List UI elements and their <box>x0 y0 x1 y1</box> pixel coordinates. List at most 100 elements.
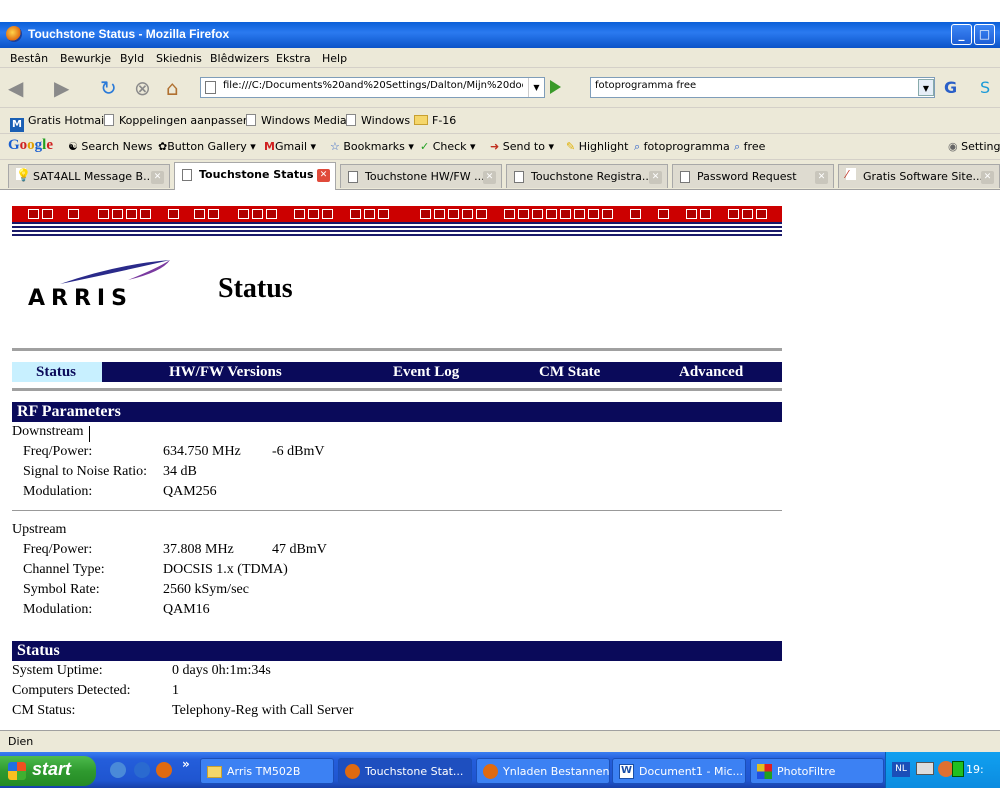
keyboard-icon[interactable] <box>916 762 934 775</box>
system-tray: NL 19: <box>885 752 1000 788</box>
task-ynladen[interactable]: Ynladen Bestannen <box>476 758 610 784</box>
google-logo[interactable]: Google <box>8 137 53 154</box>
start-button[interactable]: start <box>0 756 96 786</box>
skype-icon[interactable]: S <box>980 78 990 97</box>
search-free-button[interactable]: ⌕ free <box>734 140 765 154</box>
page-icon <box>346 114 356 126</box>
window-titlebar[interactable]: Touchstone Status - Mozilla Firefox _ □ <box>0 22 1000 48</box>
minimize-button[interactable]: _ <box>951 24 972 45</box>
quicklaunch-ie-icon[interactable] <box>134 762 150 778</box>
computers-detected-label: Computers Detected: <box>12 683 131 698</box>
firefox-icon <box>6 26 22 42</box>
page-icon <box>680 171 690 183</box>
stop-icon[interactable]: ⊗ <box>134 76 151 100</box>
bookmark-windows[interactable]: Windows <box>346 114 410 127</box>
search-news-button[interactable]: ☯ Search News <box>68 140 152 153</box>
language-indicator[interactable]: NL <box>892 762 910 777</box>
tab-hwfw-versions[interactable]: HW/FW Versions <box>169 364 282 381</box>
clock[interactable]: 19: <box>966 763 984 776</box>
downstream-label: Downstream <box>12 424 84 439</box>
menu-bewurkje[interactable]: Bewurkje <box>60 52 111 65</box>
quicklaunch-explorer-icon[interactable] <box>110 762 126 778</box>
url-dropdown-icon[interactable]: ▼ <box>528 78 544 97</box>
navigation-toolbar: ◀ ▶ ↻ ⊗ ⌂ ▼ ▼ G S <box>0 68 1000 108</box>
close-tab-icon[interactable]: ✕ <box>981 171 994 184</box>
reload-icon[interactable]: ↻ <box>100 76 117 100</box>
menu-bar: Bestân Bewurkje Byld Skiednis Blêdwizers… <box>0 48 1000 68</box>
settings-button[interactable]: ◉ Setting <box>948 140 1000 153</box>
tab-event-log[interactable]: Event Log <box>393 364 459 381</box>
search-input[interactable] <box>595 80 915 91</box>
taskbar: start » Arris TM502B Touchstone Stat... … <box>0 752 1000 788</box>
menu-bestan[interactable]: Bestân <box>10 52 48 65</box>
close-tab-icon[interactable]: ✕ <box>483 171 496 184</box>
highlight-button[interactable]: ✎ Highlight <box>566 140 628 153</box>
menu-bledwizers[interactable]: Blêdwizers <box>210 52 269 65</box>
close-tab-icon[interactable]: ✕ <box>317 169 330 182</box>
tab-sat4all[interactable]: 💡 SAT4ALL Message B... ✕ <box>8 164 170 188</box>
ds-snr-value: 34 dB <box>163 464 197 479</box>
tab-touchstone-registration[interactable]: Touchstone Registra... ✕ <box>506 164 668 188</box>
bookmarks-button[interactable]: ☆ Bookmarks ▾ <box>330 140 414 153</box>
search-fotoprogramma-button[interactable]: ⌕ fotoprogramma <box>634 140 730 154</box>
tab-status[interactable]: Status <box>12 362 102 382</box>
search-bar[interactable]: ▼ <box>590 77 935 98</box>
bookmark-koppelingen[interactable]: Koppelingen aanpassen <box>104 114 250 127</box>
menu-byld[interactable]: Byld <box>120 52 144 65</box>
divider <box>12 348 782 351</box>
divider <box>12 388 782 391</box>
tab-gratis-software[interactable]: ⁄ Gratis Software Site... ✕ <box>838 164 1000 188</box>
gmail-button[interactable]: MGmail ▾ <box>264 140 316 153</box>
bookmark-gratis-hotmail[interactable]: M Gratis Hotmail <box>10 114 107 132</box>
url-bar[interactable]: ▼ <box>200 77 545 98</box>
go-icon[interactable] <box>550 80 561 94</box>
battery-icon[interactable] <box>952 761 964 777</box>
page-icon <box>182 169 192 181</box>
close-tab-icon[interactable]: ✕ <box>151 171 164 184</box>
quicklaunch-firefox-icon[interactable] <box>156 762 172 778</box>
page-icon <box>205 81 216 94</box>
wand-icon: ⁄ <box>846 168 856 181</box>
us-channel-type-value: DOCSIS 1.x (TDMA) <box>163 562 288 577</box>
task-photofiltre[interactable]: PhotoFiltre <box>750 758 884 784</box>
quicklaunch-more-icon[interactable]: » <box>182 757 190 771</box>
tab-touchstone-status[interactable]: Touchstone Status ✕ <box>174 162 336 190</box>
page-icon <box>246 114 256 126</box>
home-icon[interactable]: ⌂ <box>166 76 179 100</box>
check-button[interactable]: ✓ Check ▾ <box>420 140 476 153</box>
arris-swoosh-icon <box>60 260 170 284</box>
search-dropdown-icon[interactable]: ▼ <box>918 79 934 96</box>
tab-cm-state[interactable]: CM State <box>539 364 600 381</box>
google-search-icon[interactable]: G <box>944 78 957 97</box>
page-icon <box>104 114 114 126</box>
word-icon: W <box>619 764 634 779</box>
task-document1[interactable]: W Document1 - Mic... <box>612 758 746 784</box>
browser-status-bar: Dien <box>0 730 1000 752</box>
button-gallery-button[interactable]: ✿Button Gallery ▾ <box>158 140 256 153</box>
arris-logo: ARRIS <box>28 258 178 313</box>
page-icon <box>514 171 524 183</box>
tab-advanced[interactable]: Advanced <box>679 364 743 381</box>
close-tab-icon[interactable]: ✕ <box>649 171 662 184</box>
bookmark-f16[interactable]: F-16 <box>414 114 456 127</box>
send-to-button[interactable]: ➜ Send to ▾ <box>490 140 554 153</box>
close-tab-icon[interactable]: ✕ <box>815 171 828 184</box>
ds-modulation-label: Modulation: <box>23 484 93 499</box>
task-arris[interactable]: Arris TM502B <box>200 758 334 784</box>
back-icon[interactable]: ◀ <box>8 76 23 100</box>
forward-icon[interactable]: ▶ <box>54 76 69 100</box>
menu-ekstra[interactable]: Ekstra <box>276 52 311 65</box>
us-symbol-rate-label: Symbol Rate: <box>23 582 100 597</box>
tab-touchstone-hwfw[interactable]: Touchstone HW/FW ... ✕ <box>340 164 502 188</box>
us-modulation-value: QAM16 <box>163 602 210 617</box>
menu-skiednis[interactable]: Skiednis <box>156 52 202 65</box>
maximize-button[interactable]: □ <box>974 24 995 45</box>
tab-password-request[interactable]: Password Request ✕ <box>672 164 834 188</box>
url-input[interactable] <box>223 80 523 91</box>
page-nav-tabs: Status HW/FW Versions Event Log CM State… <box>12 362 782 382</box>
bookmarks-toolbar: M Gratis Hotmail Koppelingen aanpassen Wi… <box>0 108 1000 134</box>
bookmark-windows-media[interactable]: Windows Media <box>246 114 347 127</box>
header-banner <box>12 206 782 222</box>
menu-help[interactable]: Help <box>322 52 347 65</box>
task-touchstone[interactable]: Touchstone Stat... <box>338 758 472 784</box>
